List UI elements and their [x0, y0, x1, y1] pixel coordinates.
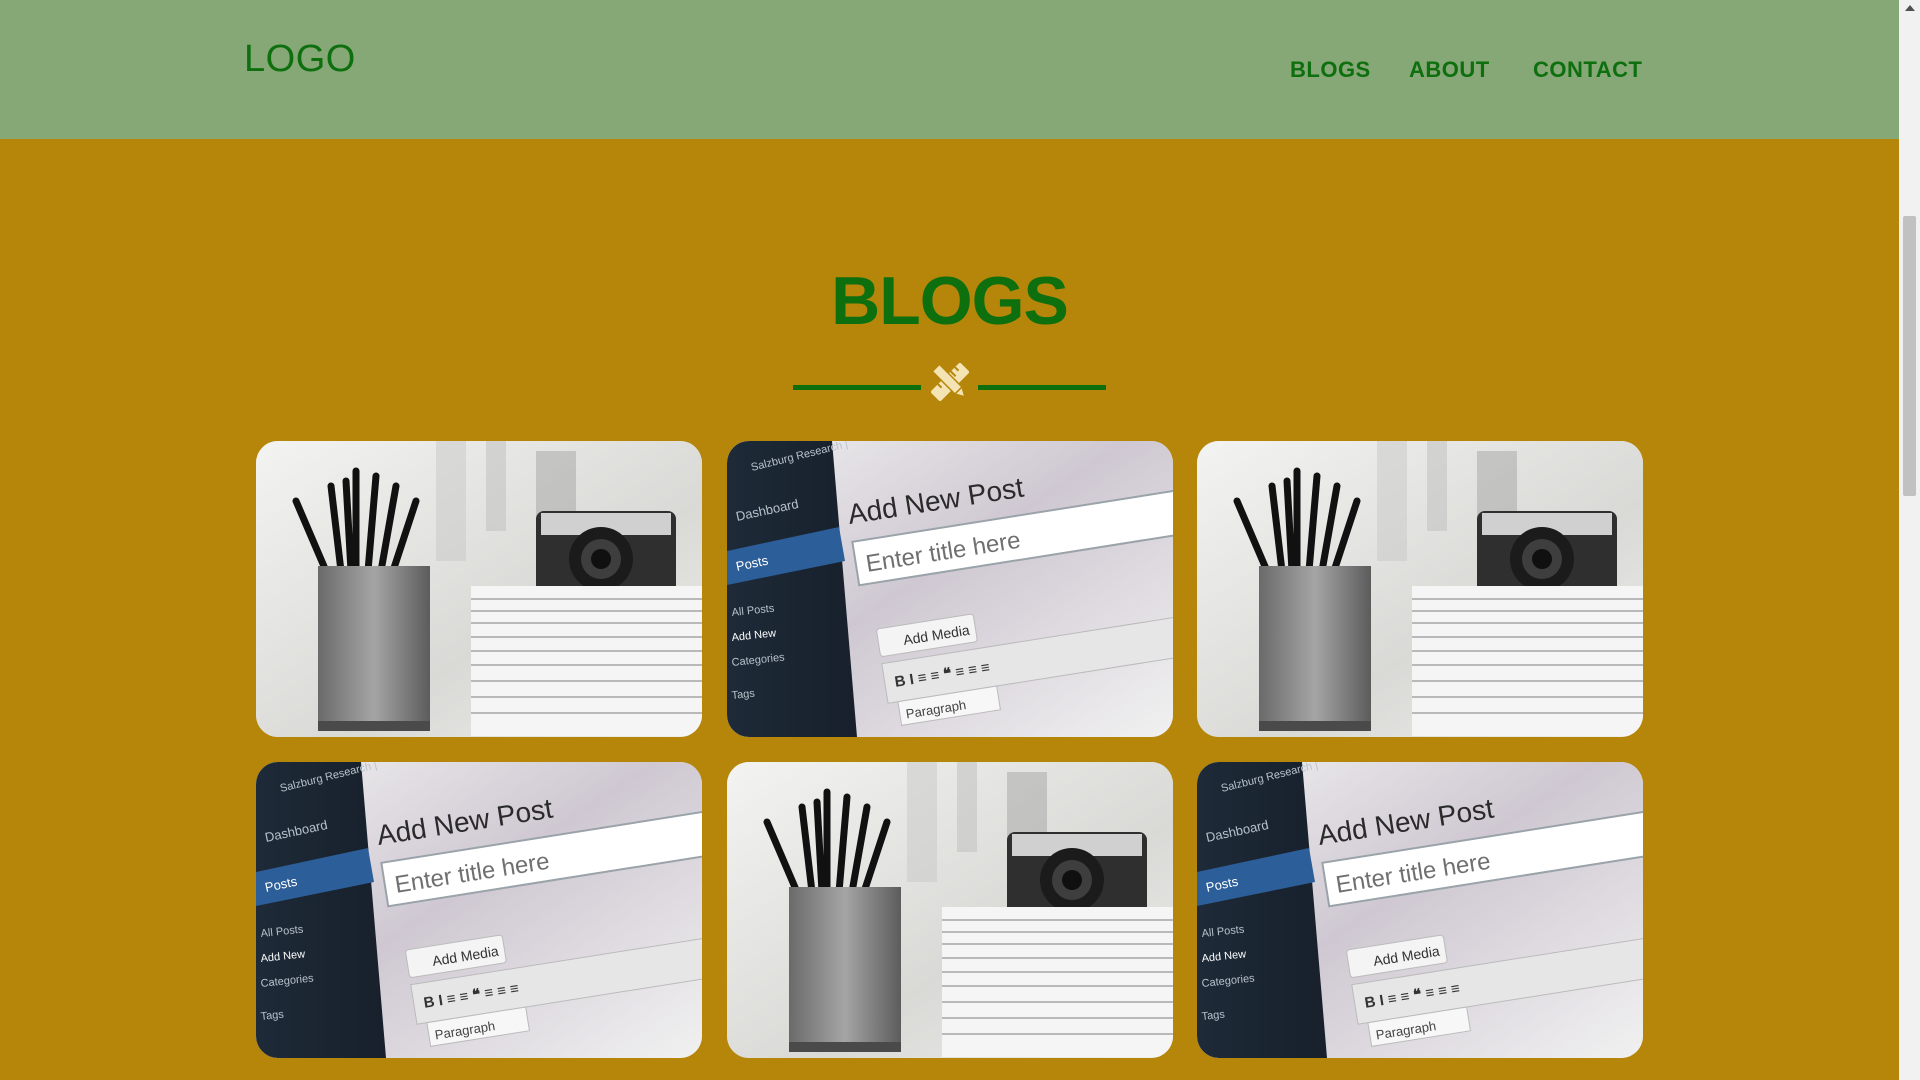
svg-text:Tags: Tags: [1201, 1009, 1226, 1023]
blog-card[interactable]: [1197, 441, 1643, 737]
nav-blogs-link[interactable]: BLOGS: [1290, 57, 1371, 83]
svg-text:Tags: Tags: [731, 688, 756, 702]
blog-card[interactable]: Dashboard Posts All Posts Add New Catego…: [727, 441, 1173, 737]
svg-text:Tags: Tags: [260, 1009, 285, 1023]
divider-left: [793, 385, 921, 390]
divider-right: [978, 385, 1106, 390]
blog-card[interactable]: Dashboard Posts All Posts Add New Catego…: [1197, 762, 1643, 1058]
add-new-post-photo: Dashboard Posts All Posts Add New Catego…: [256, 762, 702, 1058]
add-new-post-photo: Dashboard Posts All Posts Add New Catego…: [1197, 762, 1643, 1058]
vertical-scrollbar[interactable]: [1899, 0, 1920, 1080]
blog-card[interactable]: [727, 762, 1173, 1058]
pencils-camera-photo: [727, 762, 1173, 1058]
scrollbar-thumb[interactable]: [1903, 216, 1916, 496]
scroll-up-arrow-icon[interactable]: [1905, 5, 1915, 11]
pencils-camera-photo: [1197, 441, 1643, 737]
blogs-title: BLOGS: [831, 263, 1069, 339]
blog-card[interactable]: Dashboard Posts All Posts Add New Catego…: [256, 762, 702, 1058]
nav-contact-link[interactable]: CONTACT: [1533, 57, 1642, 83]
logo[interactable]: LOGO: [244, 38, 356, 81]
pencil-ruler-icon: [926, 358, 974, 406]
navbar: LOGO BLOGS ABOUT CONTACT: [0, 0, 1899, 139]
add-new-post-photo: Dashboard Posts All Posts Add New Catego…: [727, 441, 1173, 737]
page: LOGO BLOGS ABOUT CONTACT BLOGS Dashboard…: [0, 0, 1899, 1080]
pencils-camera-photo: [256, 441, 702, 737]
nav-about-link[interactable]: ABOUT: [1409, 57, 1490, 83]
blog-card[interactable]: [256, 441, 702, 737]
